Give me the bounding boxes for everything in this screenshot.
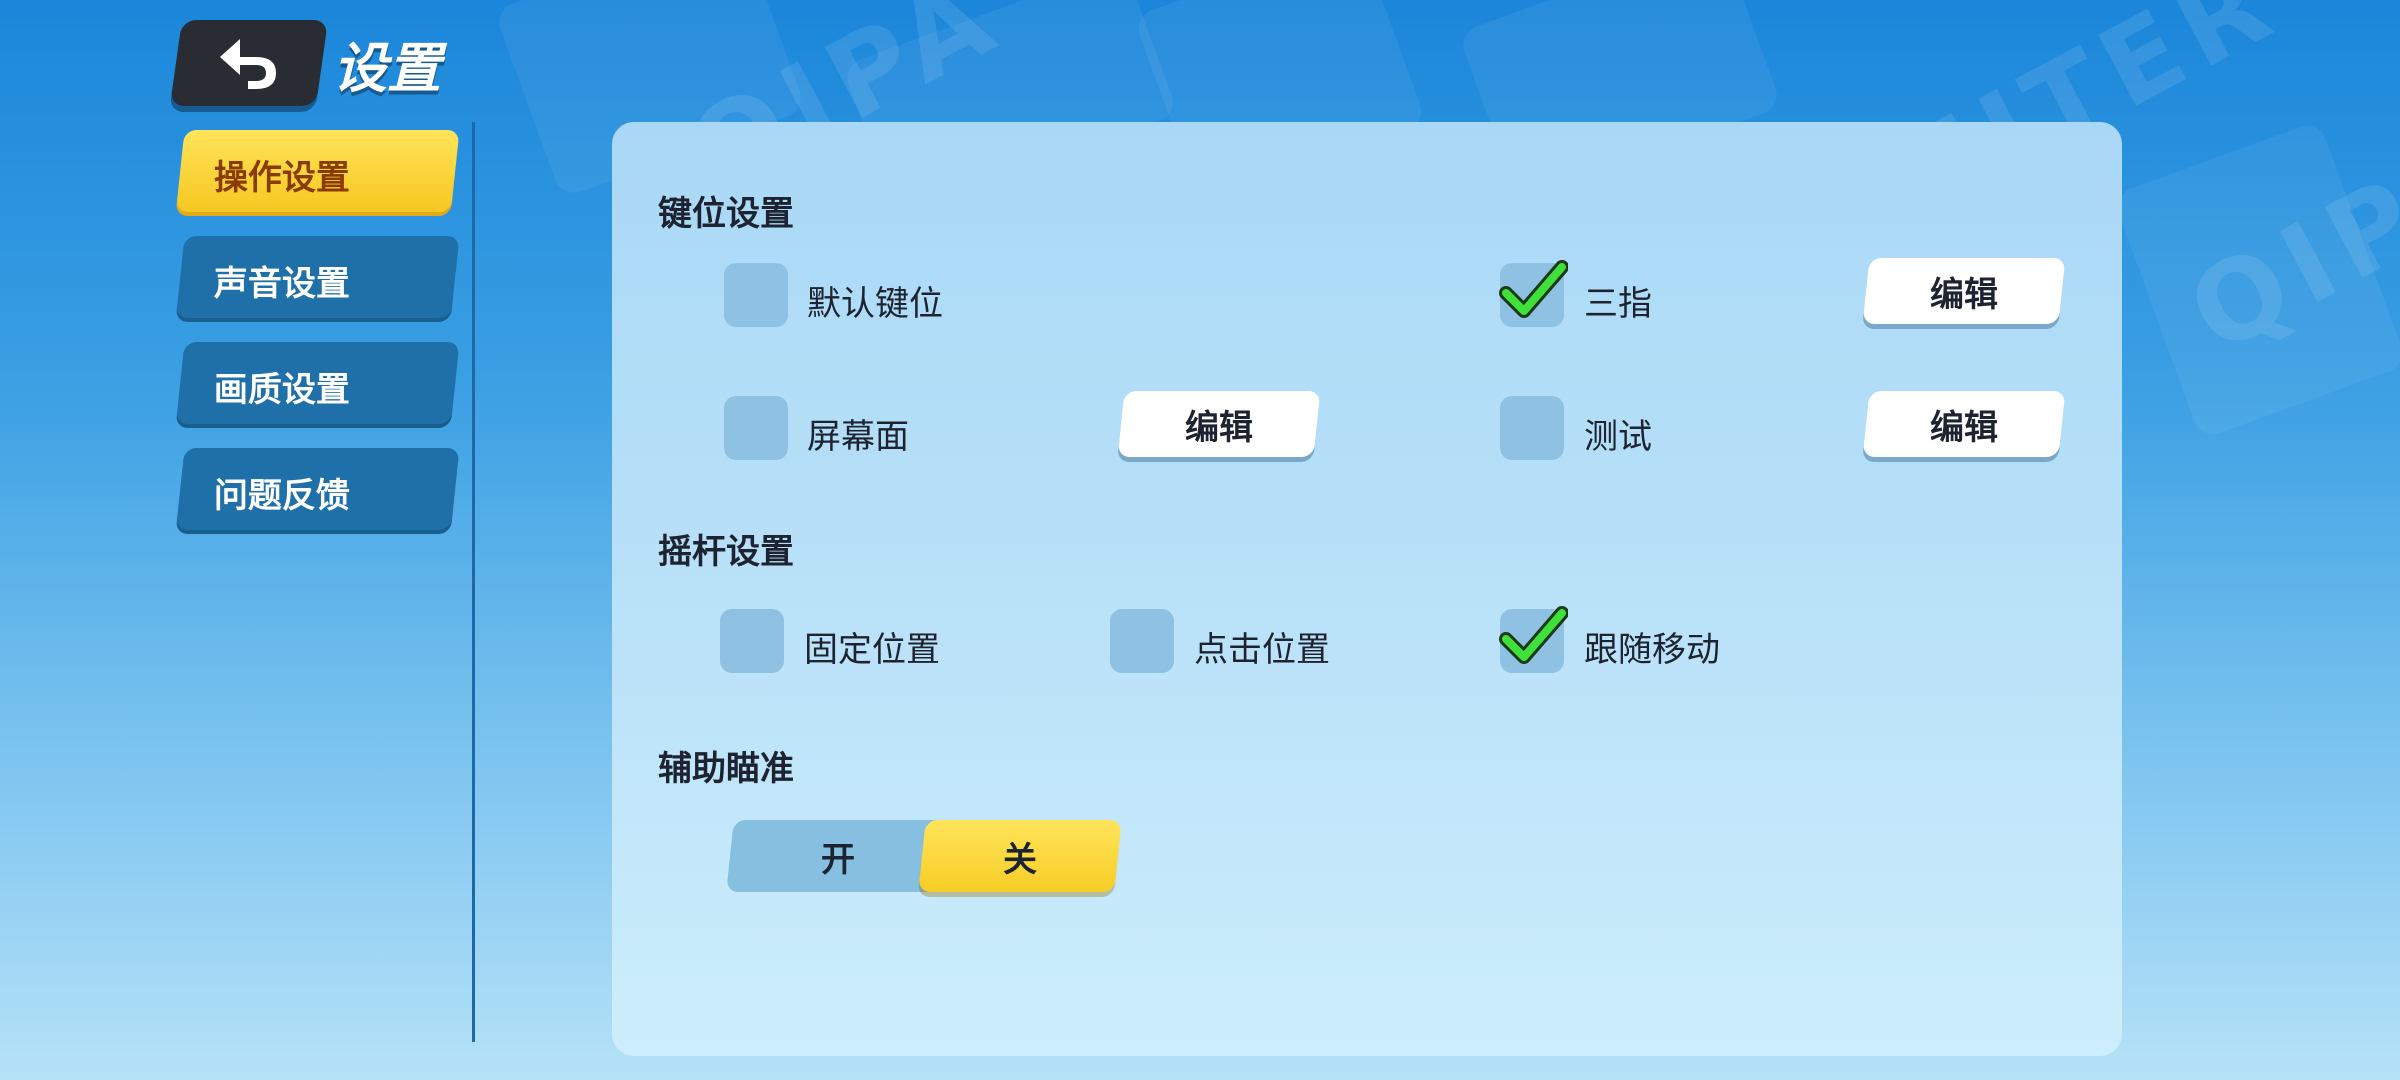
keybind-screen-checkbox[interactable] <box>724 396 788 460</box>
page-title: 设置 <box>333 37 441 100</box>
sidebar-item-label: 声音设置 <box>213 264 350 304</box>
keybind-section-title: 键位设置 <box>658 194 794 234</box>
checkmark-icon <box>1499 606 1568 664</box>
back-arrow-icon <box>220 39 276 89</box>
joystick-tap-checkbox[interactable] <box>1110 609 1174 673</box>
joystick-section-title: 摇杆设置 <box>658 532 794 572</box>
edit-test-button[interactable]: 编辑 <box>1862 391 2066 457</box>
checkmark-icon <box>1499 260 1568 318</box>
back-button[interactable] <box>169 20 329 106</box>
sidebar-item-sound[interactable]: 声音设置 <box>175 236 460 322</box>
keybind-screen-label: 屏幕面 <box>807 417 909 457</box>
edit-three-finger-button[interactable]: 编辑 <box>1862 258 2066 324</box>
aim-assist-off-button[interactable]: 关 <box>918 820 1122 892</box>
sidebar-item-label: 问题反馈 <box>213 476 350 516</box>
aim-assist-on-button[interactable]: 开 <box>726 820 949 892</box>
aim-assist-toggle: 开 关 <box>726 820 1122 892</box>
sidebar-item-label: 操作设置 <box>213 158 350 198</box>
edit-button-label: 编辑 <box>1930 274 1998 315</box>
sidebar-item-graphics[interactable]: 画质设置 <box>175 342 460 428</box>
joystick-tap-label: 点击位置 <box>1194 630 1330 670</box>
aim-assist-off-label: 关 <box>1003 839 1037 880</box>
sidebar-divider <box>472 122 475 1042</box>
keybind-three-finger-label: 三指 <box>1584 284 1652 324</box>
keybind-test-label: 测试 <box>1584 417 1652 457</box>
keybind-test-checkbox[interactable] <box>1500 396 1564 460</box>
joystick-fixed-checkbox[interactable] <box>720 609 784 673</box>
sidebar-item-controls[interactable]: 操作设置 <box>175 130 460 216</box>
edit-screen-button[interactable]: 编辑 <box>1117 391 1321 457</box>
joystick-follow-label: 跟随移动 <box>1584 630 1720 670</box>
joystick-fixed-label: 固定位置 <box>804 630 940 670</box>
edit-button-label: 编辑 <box>1185 407 1253 448</box>
aim-assist-on-label: 开 <box>820 839 855 880</box>
keybind-default-checkbox[interactable] <box>724 263 788 327</box>
keybind-three-finger-checkbox[interactable] <box>1499 260 1568 327</box>
sidebar-item-feedback[interactable]: 问题反馈 <box>175 448 460 534</box>
sidebar-item-label: 画质设置 <box>213 370 350 410</box>
aim-assist-section-title: 辅助瞄准 <box>658 749 794 789</box>
joystick-follow-checkbox[interactable] <box>1499 606 1568 673</box>
edit-button-label: 编辑 <box>1930 407 1998 448</box>
keybind-default-label: 默认键位 <box>807 284 943 324</box>
